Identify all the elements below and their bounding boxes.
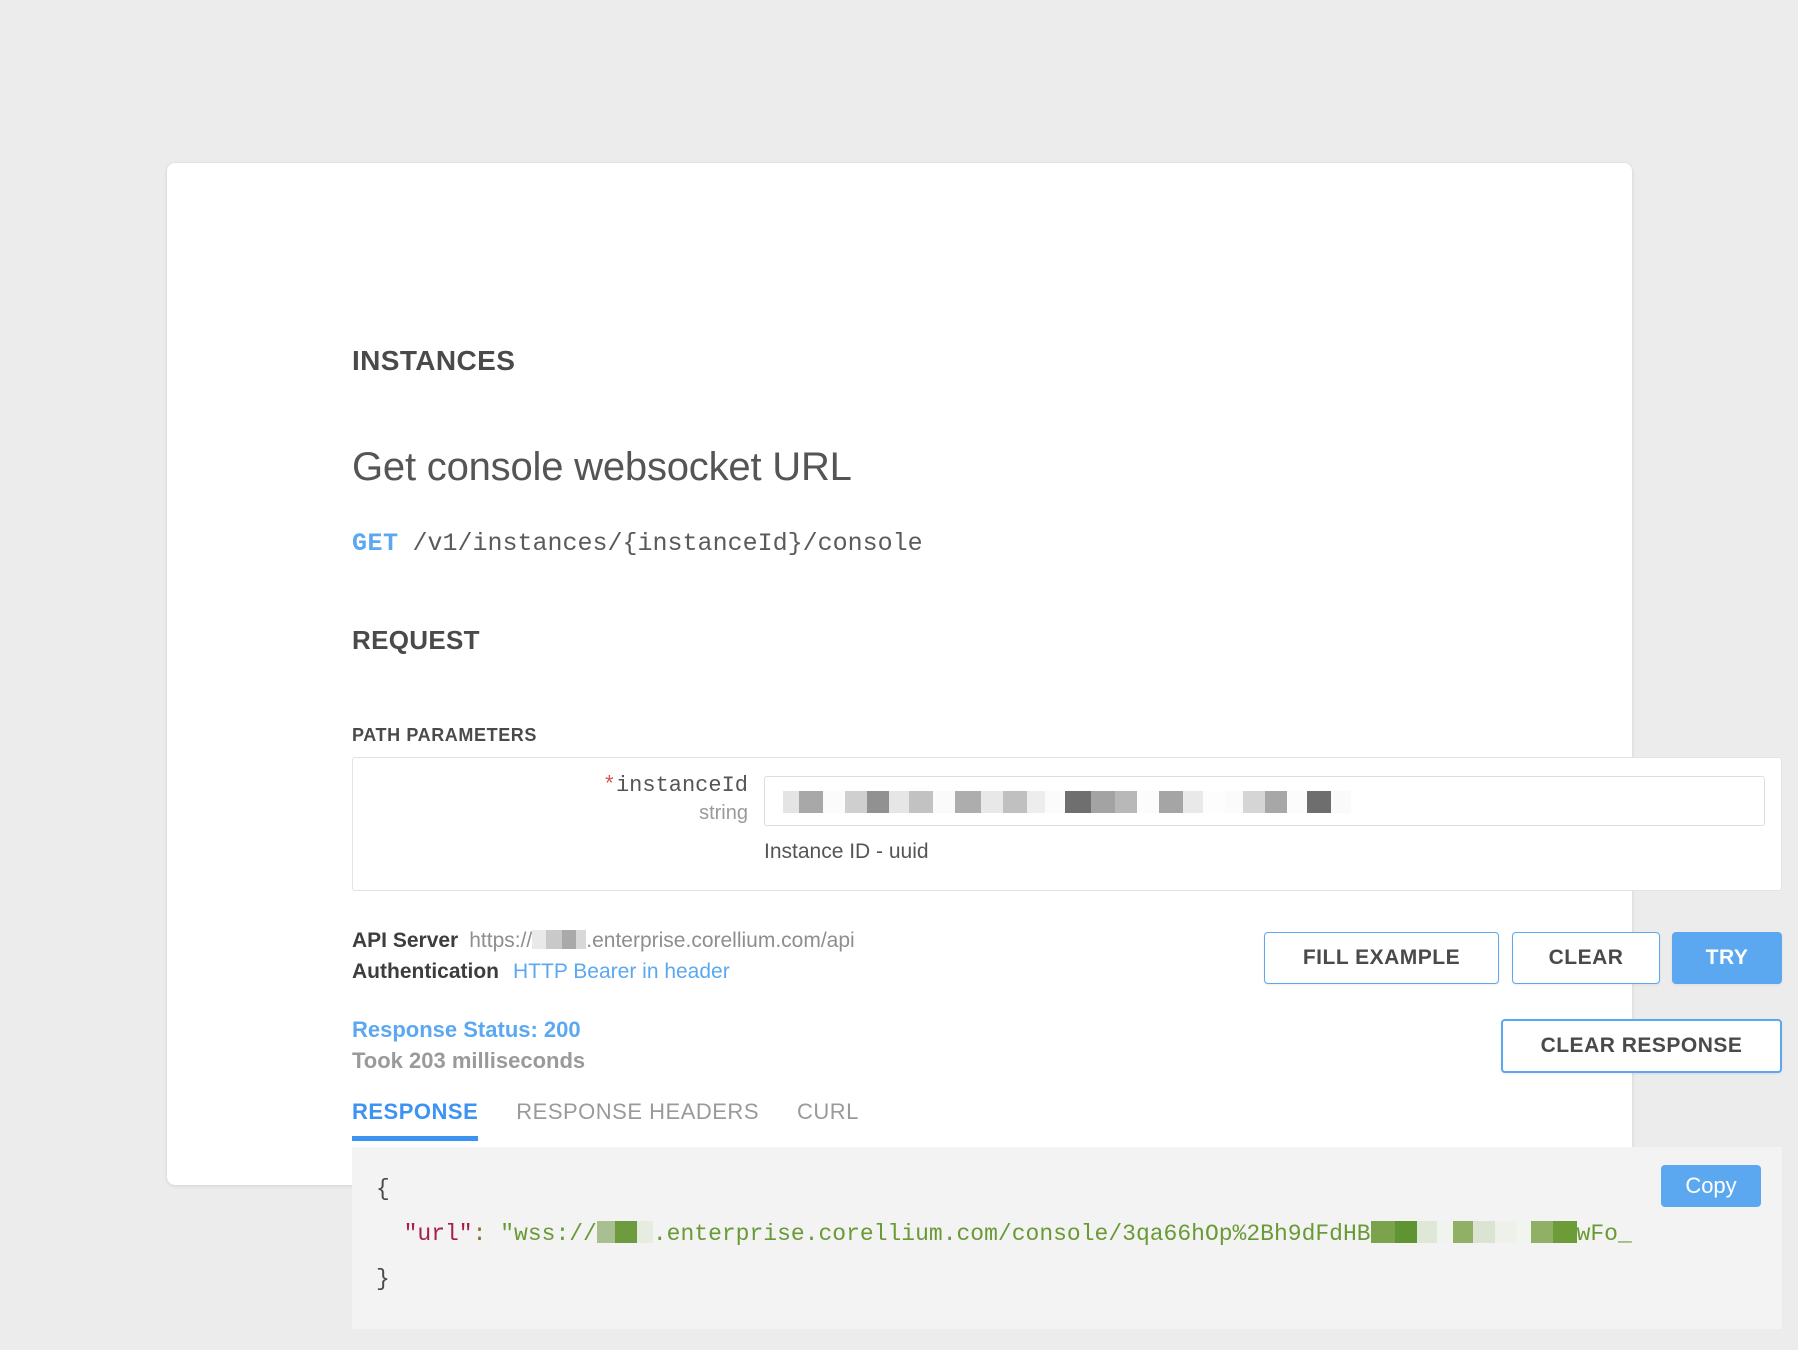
endpoint-path: /v1/instances/{instanceId}/console	[412, 529, 923, 558]
authentication-label: Authentication	[352, 960, 499, 983]
redacted-url-token-blocks	[1370, 1221, 1577, 1243]
path-parameter-row: *instanceId string	[353, 758, 1781, 830]
redacted-value-blocks	[783, 791, 1351, 813]
instance-id-input[interactable]	[764, 776, 1765, 826]
response-status: Response Status: 200	[352, 1017, 581, 1042]
copy-button[interactable]: Copy	[1661, 1165, 1761, 1207]
required-marker: *	[602, 773, 616, 798]
api-server-value: https:// .enterprise.corellium.com/api	[469, 925, 854, 956]
endpoint-line: GET/v1/instances/{instanceId}/console	[352, 529, 923, 558]
json-line-url: "url": "wss:// .enterprise.corellium.com/…	[376, 1212, 1782, 1257]
path-parameter-label: *instanceId string	[353, 772, 748, 826]
json-value-tail: wFo_	[1576, 1221, 1632, 1247]
http-method: GET	[352, 529, 399, 558]
fill-example-button[interactable]: FILL EXAMPLE	[1264, 932, 1499, 984]
path-parameters-box: *instanceId string Instance ID - uuid	[352, 757, 1782, 891]
json-line-close: }	[376, 1257, 1782, 1302]
api-server-prefix: https://	[469, 929, 533, 952]
path-parameter-type: string	[699, 802, 748, 824]
response-tabs: RESPONSE RESPONSE HEADERS CURL	[352, 1099, 859, 1141]
api-server-row: API Server https:// .enterprise.corellium…	[352, 925, 855, 956]
json-line-open: {	[376, 1167, 1782, 1212]
api-server-suffix: .enterprise.corellium.com/api	[586, 929, 855, 952]
json-key-url: "url"	[403, 1221, 473, 1247]
json-open-brace: {	[376, 1176, 390, 1202]
response-json: { "url": "wss:// .enterprise.corellium.co…	[376, 1167, 1782, 1302]
json-value-prefix: "wss://	[500, 1221, 597, 1247]
page-title: Get console websocket URL	[352, 445, 852, 489]
path-parameters-label: PATH PARAMETERS	[352, 725, 538, 745]
response-timing: Took 203 milliseconds	[352, 1048, 586, 1073]
api-endpoint-card: INSTANCES Get console websocket URL GET /…	[167, 163, 1782, 1329]
path-parameter-name: *instanceId	[353, 772, 748, 800]
tab-response-headers[interactable]: RESPONSE HEADERS	[516, 1099, 759, 1141]
clear-response-button[interactable]: CLEAR RESPONSE	[1501, 1019, 1782, 1073]
redacted-url-host-blocks	[596, 1221, 653, 1243]
screen: INSTANCES Get console websocket URL GET /…	[0, 0, 1798, 1350]
parameter-name-text: instanceId	[615, 773, 748, 798]
try-button[interactable]: TRY	[1672, 932, 1782, 984]
tab-curl[interactable]: CURL	[797, 1099, 859, 1141]
path-parameter-help: Instance ID - uuid	[764, 840, 929, 863]
redacted-host-blocks	[532, 930, 587, 949]
json-colon: :	[472, 1221, 487, 1247]
json-close-brace: }	[376, 1266, 390, 1292]
request-heading: REQUEST	[352, 625, 480, 655]
response-body-panel: Copy { "url": "wss:// .enterprise.corelli…	[352, 1147, 1782, 1329]
tab-response[interactable]: RESPONSE	[352, 1099, 479, 1141]
section-tag: INSTANCES	[352, 345, 516, 376]
request-meta: API Server https:// .enterprise.corellium…	[352, 925, 855, 987]
json-value-mid: .enterprise.corellium.com/console/3qa66h…	[652, 1221, 1371, 1247]
clear-button[interactable]: CLEAR	[1512, 932, 1660, 984]
authentication-row: Authentication HTTP Bearer in header	[352, 956, 855, 987]
authentication-link[interactable]: HTTP Bearer in header	[513, 956, 730, 987]
api-server-label: API Server	[352, 929, 459, 952]
